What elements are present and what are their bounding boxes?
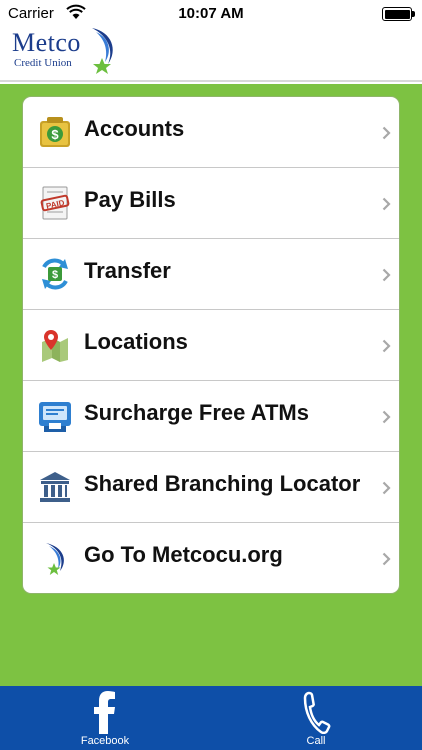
bottom-tab-bar: Facebook Call bbox=[0, 686, 422, 750]
call-tab[interactable]: Call bbox=[256, 686, 376, 750]
menu-item-go-to-metcocu[interactable]: Go To Metcocu.org bbox=[23, 523, 399, 593]
paid-bill-icon: PAID bbox=[40, 186, 70, 220]
menu-item-transfer[interactable]: $ Transfer bbox=[23, 239, 399, 310]
menu-item-accounts[interactable]: $ Accounts bbox=[23, 97, 399, 168]
chevron-right-icon bbox=[382, 410, 391, 424]
money-bag-icon: $ bbox=[40, 117, 70, 147]
facebook-tab[interactable]: Facebook bbox=[45, 686, 165, 750]
menu-item-label: Transfer bbox=[84, 258, 171, 283]
menu-item-label: Locations bbox=[84, 329, 188, 354]
menu-item-locations[interactable]: Locations bbox=[23, 310, 399, 381]
menu-item-pay-bills[interactable]: PAID Pay Bills bbox=[23, 168, 399, 239]
menu-item-label: Surcharge Free ATMs bbox=[84, 400, 309, 425]
facebook-icon bbox=[94, 691, 115, 734]
facebook-tab-label: Facebook bbox=[80, 735, 130, 747]
main-menu: $ Accounts PAID Pay Bills $ Transfer Loc… bbox=[22, 96, 400, 594]
chevron-right-icon bbox=[382, 197, 391, 211]
content-area: $ Accounts PAID Pay Bills $ Transfer Loc… bbox=[0, 84, 422, 686]
menu-item-label: Go To Metcocu.org bbox=[84, 542, 283, 567]
menu-item-label: Pay Bills bbox=[84, 187, 176, 212]
metco-swoosh-icon bbox=[46, 543, 64, 575]
metco-logo: Metco Credit Union bbox=[10, 28, 120, 80]
battery-level bbox=[384, 9, 410, 19]
metco-swoosh-icon bbox=[92, 28, 113, 74]
map-pin-icon bbox=[42, 330, 68, 362]
svg-text:$: $ bbox=[52, 269, 58, 281]
status-bar: Carrier 10:07 AM bbox=[0, 0, 422, 28]
menu-item-label: Shared Branching Locator bbox=[84, 471, 361, 496]
menu-item-label: Accounts bbox=[84, 116, 185, 141]
bank-building-icon bbox=[40, 472, 70, 502]
clock: 10:07 AM bbox=[178, 5, 244, 22]
chevron-right-icon bbox=[382, 339, 391, 353]
atm-icon bbox=[39, 402, 71, 432]
menu-item-shared-branching-locator[interactable]: Shared Branching Locator bbox=[23, 452, 399, 523]
logo-name: Metco bbox=[12, 28, 81, 57]
chevron-right-icon bbox=[382, 552, 391, 566]
app-header: Metco Credit Union bbox=[0, 28, 422, 82]
chevron-right-icon bbox=[382, 126, 391, 140]
battery-icon bbox=[382, 7, 415, 21]
call-tab-label: Call bbox=[306, 735, 326, 747]
chevron-right-icon bbox=[382, 481, 391, 495]
svg-text:$: $ bbox=[51, 127, 59, 142]
phone-icon bbox=[303, 691, 331, 734]
menu-item-surcharge-free-atms[interactable]: Surcharge Free ATMs bbox=[23, 381, 399, 452]
chevron-right-icon bbox=[382, 268, 391, 282]
logo-subtitle: Credit Union bbox=[14, 57, 72, 69]
transfer-icon: $ bbox=[42, 258, 68, 290]
